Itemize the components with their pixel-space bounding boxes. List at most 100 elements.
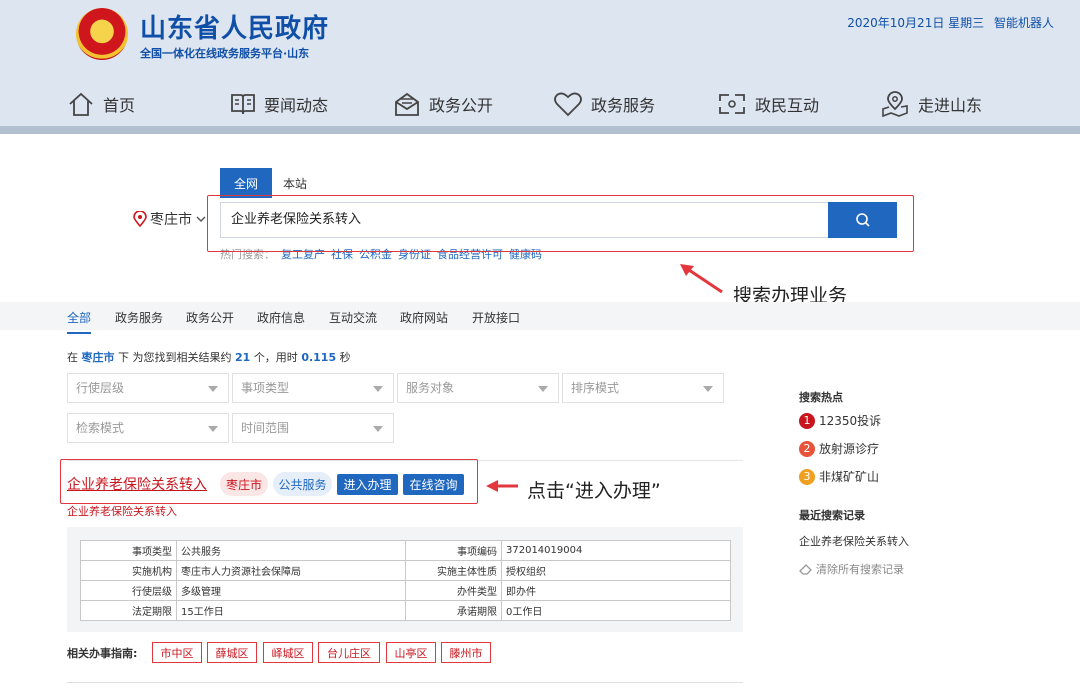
hot-item-text: 12350投诉 xyxy=(819,414,882,428)
detail-value: 多级管理 xyxy=(176,580,406,601)
result-subtitle: 企业养老保险关系转入 xyxy=(67,505,177,518)
site-title[interactable]: 山东省人民政府 xyxy=(140,8,329,45)
nav-open-affairs[interactable]: 政务公开 xyxy=(393,84,493,124)
guides-label: 相关办事指南: xyxy=(67,647,138,660)
detail-key: 实施主体性质 xyxy=(405,560,502,581)
rank-badge: 1 xyxy=(799,412,815,429)
hot-item-text: 非煤矿矿山 xyxy=(819,470,880,484)
guide-link[interactable]: 山亭区 xyxy=(386,642,436,663)
detail-value: 公共服务 xyxy=(176,540,406,561)
national-emblem-logo xyxy=(76,8,128,60)
filter-label: 行使层级 xyxy=(76,381,125,395)
filter-item-type[interactable]: 事项类型 xyxy=(232,373,394,403)
divider xyxy=(67,682,743,683)
nav-news[interactable]: 要闻动态 xyxy=(230,84,328,124)
filter-label: 排序模式 xyxy=(571,381,620,395)
filter-level[interactable]: 行使层级 xyxy=(67,373,229,403)
summary-text: 个，用时 xyxy=(253,351,298,364)
detail-value: 372014019004 xyxy=(501,540,731,561)
rank-badge: 3 xyxy=(799,468,815,485)
detail-key: 事项编码 xyxy=(405,540,502,561)
filter-label: 时间范围 xyxy=(241,421,290,435)
hot-search-item[interactable]: 1 12350投诉 xyxy=(799,412,881,429)
filter-label: 事项类型 xyxy=(241,381,290,395)
nav-label: 政民互动 xyxy=(755,96,820,115)
click-highlight-box xyxy=(60,459,478,504)
detail-key: 法定期限 xyxy=(80,600,177,621)
main-nav: 首页 要闻动态 政务公开 政务服务 政民互动 走进山东 xyxy=(0,84,1080,124)
hot-search-item[interactable]: 2 放射源诊疗 xyxy=(799,440,879,457)
guide-link[interactable]: 滕州市 xyxy=(441,642,491,663)
scope-tab-site[interactable]: 本站 xyxy=(280,168,310,198)
detail-value: 15工作日 xyxy=(176,600,406,621)
table-row: 行使层级 多级管理 办件类型 即办件 xyxy=(80,580,731,601)
tab-all[interactable]: 全部 xyxy=(67,309,92,334)
detail-value: 0工作日 xyxy=(501,600,731,621)
result-count: 21 xyxy=(235,351,251,364)
nav-about-shandong[interactable]: 走进山东 xyxy=(880,84,982,124)
detail-value: 枣庄市人力资源社会保障局 xyxy=(176,560,406,581)
detail-key: 承诺期限 xyxy=(405,600,502,621)
chevron-down-icon xyxy=(373,386,383,392)
tab-open-api[interactable]: 开放接口 xyxy=(472,309,520,326)
summary-city: 枣庄市 xyxy=(81,351,115,364)
detail-key: 办件类型 xyxy=(405,580,502,601)
city-selector[interactable]: 枣庄市 xyxy=(133,209,207,229)
robot-link[interactable]: 智能机器人 xyxy=(994,16,1054,30)
map-pin-icon xyxy=(882,91,908,117)
filter-label: 服务对象 xyxy=(406,381,455,395)
header-divider xyxy=(0,126,1080,134)
filter-audience[interactable]: 服务对象 xyxy=(397,373,559,403)
nav-interaction[interactable]: 政民互动 xyxy=(717,84,819,124)
tab-gov-open[interactable]: 政务公开 xyxy=(186,309,234,326)
detail-key: 实施机构 xyxy=(80,560,177,581)
hot-search-item[interactable]: 3 非煤矿矿山 xyxy=(799,468,879,485)
table-row: 法定期限 15工作日 承诺期限 0工作日 xyxy=(80,600,731,621)
search-highlight-box xyxy=(207,195,914,252)
open-mail-icon xyxy=(395,92,419,116)
location-icon xyxy=(133,211,147,227)
recent-search-item[interactable]: 企业养老保险关系转入 xyxy=(799,533,909,549)
recent-search-title: 最近搜索记录 xyxy=(799,509,865,522)
site-subtitle: 全国一体化在线政务服务平台·山东 xyxy=(140,47,310,60)
table-row: 事项类型 公共服务 事项编码 372014019004 xyxy=(80,540,731,561)
clear-label: 清除所有搜索记录 xyxy=(816,563,904,576)
nav-home[interactable]: 首页 xyxy=(67,84,135,124)
heart-icon xyxy=(554,92,582,117)
rank-badge: 2 xyxy=(799,440,815,457)
nav-label: 走进山东 xyxy=(918,96,983,115)
tab-gov-info[interactable]: 政府信息 xyxy=(257,309,305,326)
hot-item-text: 放射源诊疗 xyxy=(819,442,880,456)
nav-label: 要闻动态 xyxy=(264,96,329,115)
detail-table: 事项类型 公共服务 事项编码 372014019004 实施机构 枣庄市人力资源… xyxy=(80,540,731,621)
filter-sort[interactable]: 排序模式 xyxy=(562,373,724,403)
book-icon xyxy=(231,94,255,115)
arrow-icon xyxy=(486,480,518,492)
result-summary: 在 枣庄市 下 为您找到相关结果约 21 个，用时 0.115 秒 xyxy=(67,349,351,365)
tab-gov-sites[interactable]: 政府网站 xyxy=(400,309,448,326)
scope-tab-all[interactable]: 全网 xyxy=(220,168,272,198)
chevron-down-icon xyxy=(703,386,713,392)
guide-link[interactable]: 峄城区 xyxy=(263,642,313,663)
header-info: 2020年10月21日 星期三 智能机器人 xyxy=(841,14,1054,31)
guide-link[interactable]: 薛城区 xyxy=(207,642,257,663)
chevron-down-icon xyxy=(538,386,548,392)
filter-time-range[interactable]: 时间范围 xyxy=(232,413,394,443)
guide-link[interactable]: 台儿庄区 xyxy=(318,642,380,663)
detail-value: 即办件 xyxy=(501,580,731,601)
click-annotation: 点击“进入办理” xyxy=(527,480,661,502)
nav-label: 首页 xyxy=(103,96,136,115)
summary-text: 秒 xyxy=(339,351,351,364)
clear-history-button[interactable]: 清除所有搜索记录 xyxy=(799,561,904,577)
home-icon xyxy=(69,92,93,116)
tab-gov-services[interactable]: 政务服务 xyxy=(115,309,163,326)
tab-interaction[interactable]: 互动交流 xyxy=(329,309,377,326)
filter-search-mode[interactable]: 检索模式 xyxy=(67,413,229,443)
chevron-down-icon xyxy=(373,426,383,432)
current-date: 2020年10月21日 星期三 xyxy=(847,16,985,30)
nav-gov-services[interactable]: 政务服务 xyxy=(553,84,655,124)
filter-label: 检索模式 xyxy=(76,421,125,435)
guide-link[interactable]: 市中区 xyxy=(152,642,202,663)
detail-key: 事项类型 xyxy=(80,540,177,561)
interact-icon xyxy=(719,94,745,114)
